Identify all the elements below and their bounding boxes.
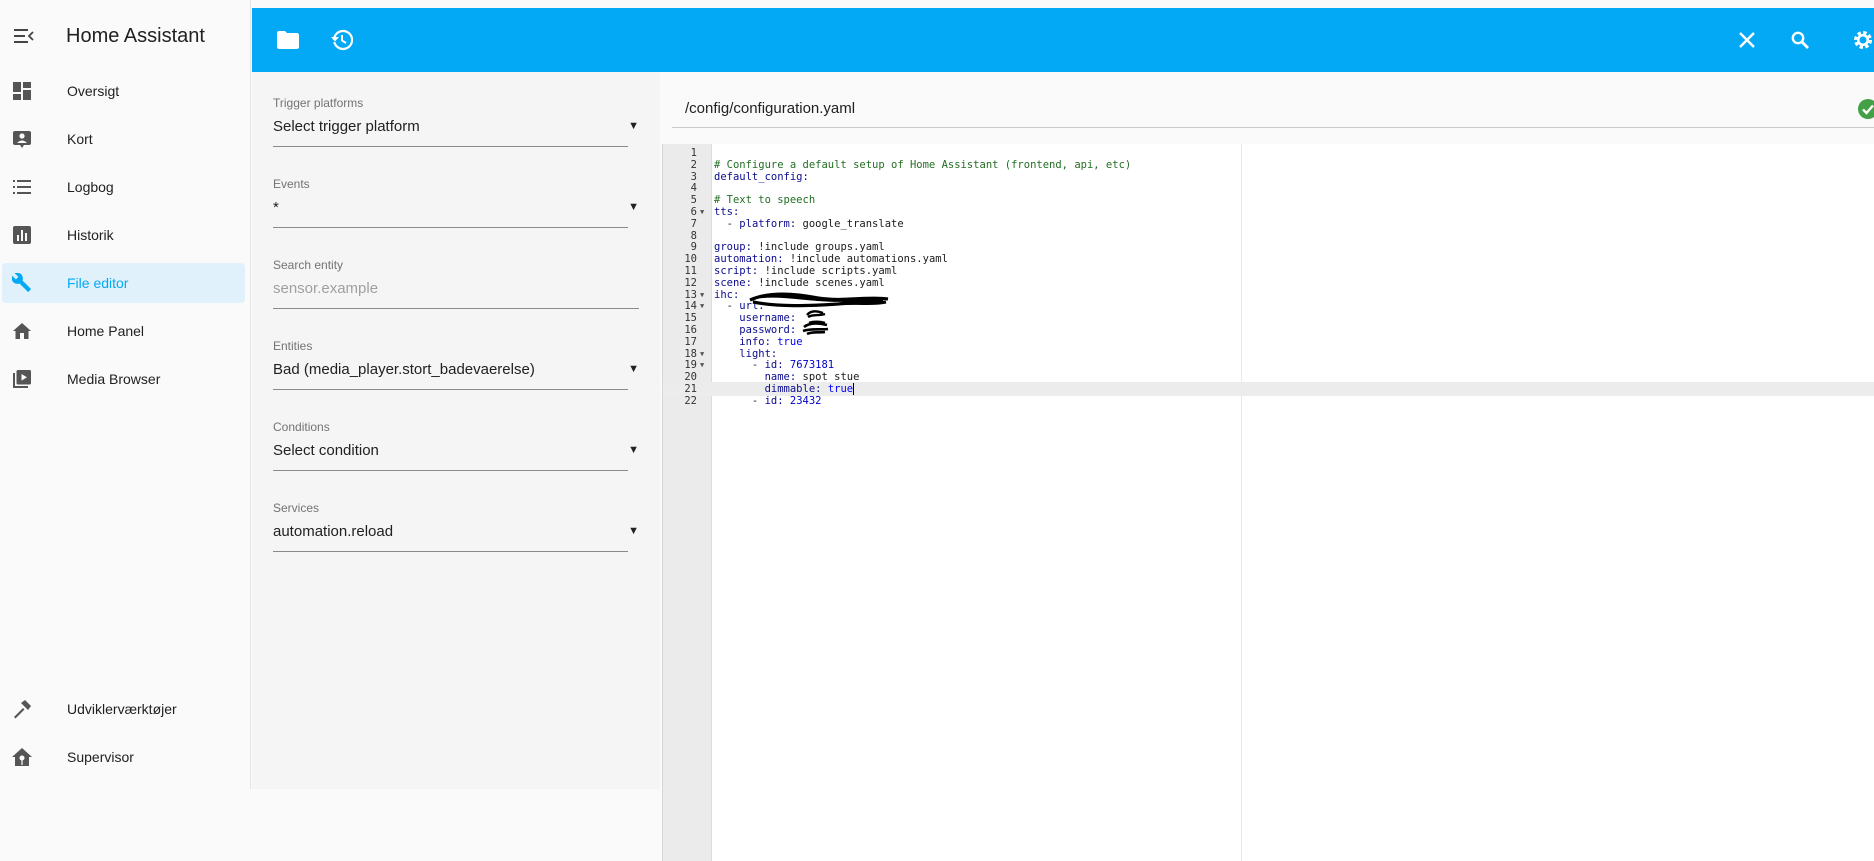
redaction-scribble-password [802, 320, 829, 336]
field-label: Services [273, 501, 320, 515]
field-value: Select trigger platform [273, 118, 420, 135]
dropdown-caret-icon: ▼ [628, 363, 639, 375]
redaction-scribble-url [749, 292, 889, 308]
field-label: Conditions [273, 420, 330, 434]
dropdown-caret-icon: ▼ [628, 444, 639, 456]
settings-icon[interactable] [1852, 24, 1874, 56]
hammer-icon [12, 699, 32, 719]
trigger-platforms-select[interactable]: Trigger platforms Select trigger platfor… [273, 96, 639, 166]
sidebar-item-developer-tools[interactable]: Udviklerværktøjer [2, 689, 245, 729]
sidebar-item-file-editor[interactable]: File editor [2, 263, 245, 303]
code-editor[interactable]: 1 2 # Configure a default setup of Home As… [662, 144, 1874, 861]
sidebar-item-oversigt[interactable]: Oversigt [2, 71, 245, 111]
sidebar-item-label: Home Panel [67, 323, 145, 339]
sidebar-item-label: Oversigt [67, 83, 120, 99]
history-chart-icon [12, 225, 32, 245]
sidebar-item-home-panel[interactable]: Home Panel [2, 311, 245, 351]
field-value: Select condition [273, 442, 379, 459]
field-label: Search entity [273, 258, 344, 272]
field-underline [273, 470, 628, 471]
search-entity-input[interactable]: Search entity sensor.example [273, 258, 639, 328]
supervisor-home-icon [12, 747, 32, 767]
menu-toggle-icon[interactable] [2, 8, 46, 64]
field-underline [273, 308, 639, 309]
file-path: /config/configuration.yaml [685, 100, 856, 117]
events-select[interactable]: Events * ▼ [273, 177, 639, 247]
search-icon[interactable] [1784, 24, 1816, 56]
field-placeholder: sensor.example [273, 280, 379, 297]
field-value: * [273, 199, 279, 216]
dashboard-icon [12, 81, 32, 101]
line-number: 22 [684, 394, 697, 407]
sidebar-item-label: Historik [67, 227, 114, 243]
editor-area: /config/configuration.yaml 1 2 # Configure… [660, 72, 1874, 861]
sidebar-header: Home Assistant [0, 8, 251, 64]
app-toolbar [252, 8, 1874, 72]
services-select[interactable]: Services automation.reload ▼ [273, 501, 639, 571]
field-underline [273, 146, 628, 147]
sidebar-item-label: Logbog [67, 179, 114, 195]
code-text: - id: 23432 [714, 394, 822, 407]
dropdown-caret-icon: ▼ [628, 525, 639, 537]
map-icon [12, 129, 32, 149]
home-icon [12, 321, 32, 341]
field-value: Bad (media_player.stort_badevaerelse) [273, 361, 535, 378]
check-circle-icon [1857, 98, 1874, 120]
sidebar-item-kort[interactable]: Kort [2, 119, 245, 159]
sidebar-item-label: Media Browser [67, 371, 161, 387]
wrench-icon [12, 273, 32, 293]
sidebar-item-logbog[interactable]: Logbog [2, 167, 245, 207]
field-label: Trigger platforms [273, 96, 364, 110]
field-label: Entities [273, 339, 313, 353]
folder-icon[interactable] [272, 24, 304, 56]
sidebar-item-label: Supervisor [67, 749, 134, 765]
file-path-bar: /config/configuration.yaml [672, 87, 1874, 128]
sidebar-item-label: Kort [67, 131, 93, 147]
field-underline [273, 389, 628, 390]
sidebar-item-label: File editor [67, 275, 129, 291]
sidebar-item-label: Udviklerværktøjer [67, 701, 177, 717]
logbook-icon [12, 177, 32, 197]
app-title: Home Assistant [66, 24, 205, 47]
code-line[interactable]: 22 - id: 23432 [663, 394, 1874, 408]
close-icon[interactable] [1731, 24, 1763, 56]
controls-panel: Trigger platforms Select trigger platfor… [252, 72, 660, 789]
field-underline [273, 551, 628, 552]
sidebar-item-historik[interactable]: Historik [2, 215, 245, 255]
sidebar-item-supervisor[interactable]: Supervisor [2, 737, 245, 777]
history-icon[interactable] [326, 24, 358, 56]
entities-select[interactable]: Entities Bad (media_player.stort_badevae… [273, 339, 639, 409]
sidebar: Home Assistant Oversigt Kort Logbog Hist… [0, 0, 251, 789]
dropdown-caret-icon: ▼ [628, 201, 639, 213]
field-underline [273, 227, 628, 228]
field-label: Events [273, 177, 310, 191]
field-value: automation.reload [273, 523, 394, 540]
dropdown-caret-icon: ▼ [628, 120, 639, 132]
sidebar-item-media-browser[interactable]: Media Browser [2, 359, 245, 399]
conditions-select[interactable]: Conditions Select condition ▼ [273, 420, 639, 490]
media-play-icon [12, 369, 32, 389]
